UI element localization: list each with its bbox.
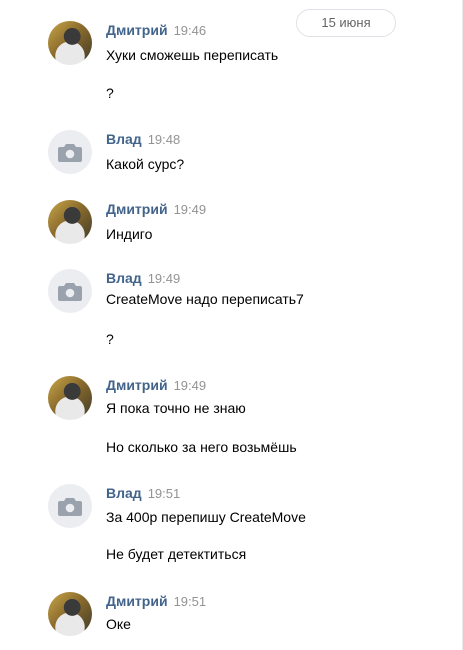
author-name[interactable]: Дмитрий [106,377,168,393]
author-name[interactable]: Дмитрий [106,201,168,217]
chat-history: 15 июня Дмитрий 19:46 Хуки сможешь перепи… [0,0,463,650]
avatar[interactable] [48,21,92,65]
message-text: За 400р перепишу CreateMove [106,509,306,525]
message-text: Не будет детектиться [106,546,247,562]
message-time[interactable]: 19:51 [148,486,181,501]
author-name[interactable]: Влад [106,270,142,286]
message-time[interactable]: 19:48 [148,132,181,147]
message-text: ? [106,331,114,347]
author-name[interactable]: Дмитрий [106,593,168,609]
message-text: Но сколько за него возьмёшь [106,439,297,455]
message-header: Дмитрий 19:51 [106,593,206,611]
date-divider[interactable]: 15 июня [296,9,396,37]
message-text: Индиго [106,226,153,242]
message-time[interactable]: 19:49 [174,378,207,393]
author-name[interactable]: Влад [106,485,142,501]
message-header: Влад 19:48 [106,131,180,149]
message-text: ? [106,85,114,101]
camera-icon [58,144,82,162]
author-name[interactable]: Дмитрий [106,22,168,38]
avatar[interactable] [48,376,92,420]
message-header: Дмитрий 19:49 [106,377,206,395]
avatar[interactable] [48,592,92,636]
message-time[interactable]: 19:46 [174,23,207,38]
message-header: Влад 19:49 [106,270,180,288]
message-text: Оке [106,616,131,632]
message-time[interactable]: 19:49 [148,271,181,286]
message-text: Какой сурс? [106,156,185,172]
message-text: Хуки сможешь переписать [106,47,279,63]
camera-icon [58,283,82,301]
avatar[interactable] [48,200,92,244]
avatar[interactable] [48,130,92,174]
message-header: Влад 19:51 [106,485,180,503]
camera-icon [58,498,82,516]
message-time[interactable]: 19:49 [174,202,207,217]
message-header: Дмитрий 19:46 [106,22,206,40]
avatar[interactable] [48,484,92,528]
message-time[interactable]: 19:51 [174,594,207,609]
message-text: CreateMove надо переписать7 [106,291,304,307]
message-text: Я пока точно не знаю [106,400,246,416]
author-name[interactable]: Влад [106,131,142,147]
message-header: Дмитрий 19:49 [106,201,206,219]
avatar[interactable] [48,269,92,313]
